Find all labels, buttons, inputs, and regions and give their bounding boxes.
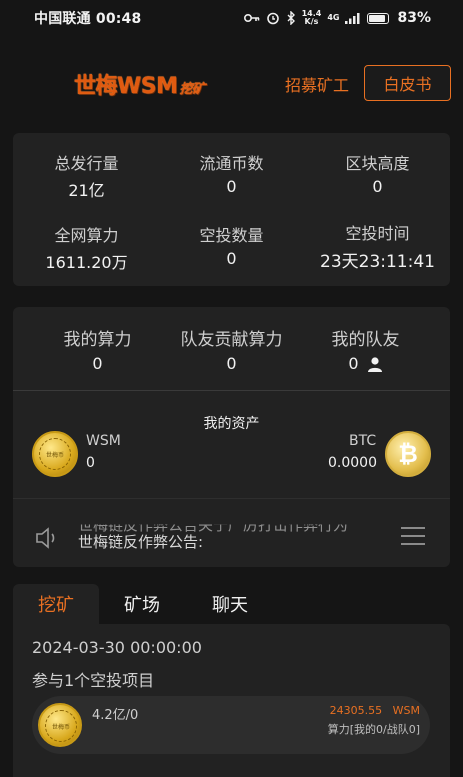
my-mining-card: 我的算力 0 队友贡献算力 0 我的队友 0 我的资产 世梅币 WSM 0 BT… [13,307,450,567]
participate-text: 参与1个空投项目 [32,671,155,690]
announcement-text[interactable]: 世梅链反作弊公告: [78,531,203,552]
status-bar: 中国联通 00:48 14.4 K/s 4G 83% [0,0,463,36]
wsm-coin-icon: 世梅币 [38,703,82,747]
tab-mining[interactable]: 挖矿 [13,584,99,624]
stat-airdrop-time: 空投时间 23天23:11:41 [320,224,435,272]
app-logo: 世梅WSM 挖矿 [74,74,205,99]
btc-asset-name: BTC [349,433,377,449]
wsm-asset-value: 0 [86,455,95,471]
network-type: 4G [327,13,340,22]
stat-airdrop-count: 空投数量 0 [199,226,264,268]
user-icon [367,356,382,372]
announcement-bar[interactable]: 世梅链反作弊公告关于严厉打击作弊行为 世梅链反作弊公告: [13,512,450,566]
tab-chat[interactable]: 聊天 [197,584,263,624]
project-power: 算力[我的0/战队0] [327,723,420,736]
btc-coin-icon: ₿ [385,431,431,477]
stat-total-issued: 总发行量 21亿 [54,154,119,200]
btc-asset-value: 0.0000 [328,455,377,471]
bluetooth-icon [287,11,295,25]
signal-icon [345,13,360,24]
stat-circulating: 流通币数 0 [199,154,264,196]
recruit-miners-link[interactable]: 招募矿工 [285,72,349,96]
key-icon [243,14,259,22]
net-speed: 14.4 K/s [301,9,322,26]
my-assets-title: 我的资产 [203,416,260,432]
tab-bar: 挖矿 矿场 聊天 [13,584,450,624]
mining-panel: 2024-03-30 00:00:00 参与1个空投项目 世梅币 4.2亿/0 … [13,624,450,777]
my-power: 我的算力 0 [63,330,132,373]
stat-block-height: 区块高度 0 [345,154,410,196]
my-teammates[interactable]: 我的队友 0 [293,325,438,373]
speaker-icon [36,527,55,549]
project-reward: 24305.55 WSM [329,704,420,717]
wsm-coin-icon: 世梅币 [32,431,78,477]
app-header: 世梅WSM 挖矿 招募矿工 白皮书 [0,56,463,108]
stat-network-hashrate: 全网算力 1611.20万 [45,226,128,272]
battery-percent: 83% [397,10,431,26]
airdrop-project-item[interactable]: 世梅币 4.2亿/0 24305.55 WSM 算力[我的0/战队0] [32,696,430,754]
battery-icon [367,12,390,24]
menu-icon[interactable] [400,525,426,547]
wsm-asset-name: WSM [86,433,121,449]
carrier-time: 中国联通 00:48 [34,11,142,27]
status-icons: 14.4 K/s 4G 83% [243,9,431,26]
team-contributed-power: 队友贡献算力 0 [180,330,283,373]
alarm-icon [266,12,279,25]
whitepaper-button[interactable]: 白皮书 [364,65,451,101]
network-stats-card: 总发行量 21亿 流通币数 0 区块高度 0 全网算力 1611.20万 空投数… [13,133,450,286]
mining-date: 2024-03-30 00:00:00 [32,638,202,657]
project-amount: 4.2亿/0 [92,708,139,723]
divider [13,498,450,499]
tab-mine-field[interactable]: 矿场 [109,584,175,624]
divider [13,390,450,391]
